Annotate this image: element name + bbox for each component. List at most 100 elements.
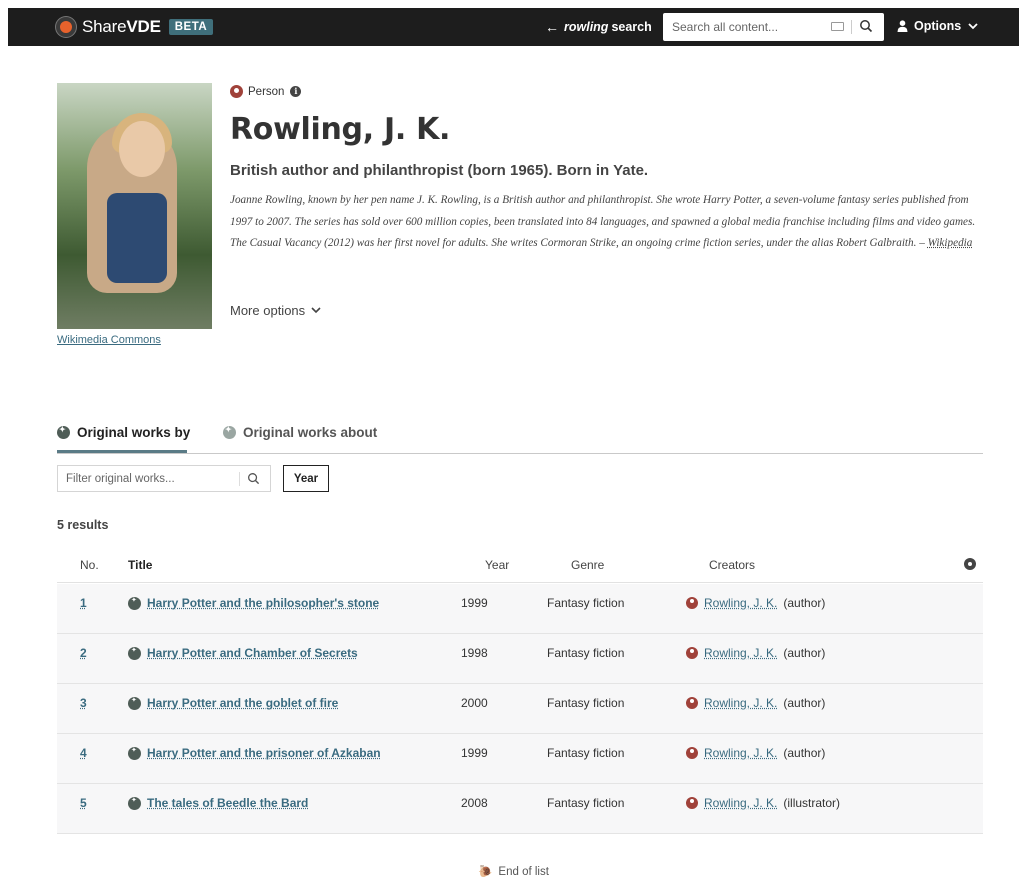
row-year: 1999: [461, 596, 488, 610]
tab-label: Original works about: [243, 424, 378, 440]
person-icon: [686, 597, 698, 609]
creator-role: (author): [783, 746, 826, 760]
person-icon: [686, 697, 698, 709]
back-to-search-link[interactable]: ← rowling search: [545, 19, 652, 35]
row-year: 1998: [461, 646, 488, 660]
year-sort-button[interactable]: Year: [283, 465, 329, 492]
keyboard-icon[interactable]: [831, 22, 844, 31]
creator-role: (author): [783, 596, 826, 610]
options-menu-button[interactable]: Options: [897, 19, 978, 33]
table-row: 3 Harry Potter and the goblet of fire 20…: [57, 684, 983, 734]
logo-text-light: Share: [82, 17, 127, 36]
photo-credit-link[interactable]: Wikimedia Commons: [57, 334, 161, 346]
sharevde-logo[interactable]: ShareVDE BETA: [56, 16, 214, 38]
gear-icon[interactable]: [964, 558, 976, 570]
info-icon[interactable]: i: [290, 86, 302, 97]
creator-role: (author): [783, 696, 826, 710]
chevron-down-icon: [311, 307, 321, 314]
column-header-year[interactable]: Year: [485, 558, 509, 572]
row-number-link[interactable]: 1: [80, 596, 87, 610]
more-options-label: More options: [230, 303, 306, 318]
column-header-creators[interactable]: Creators: [709, 558, 755, 572]
row-year: 1999: [461, 746, 488, 760]
global-search-box: [663, 13, 884, 41]
person-photo: [57, 83, 212, 329]
row-number-link[interactable]: 3: [80, 696, 87, 710]
filter-divider: [239, 472, 240, 486]
row-number-link[interactable]: 5: [80, 796, 87, 810]
end-of-list-label: End of list: [498, 866, 549, 878]
wikipedia-link[interactable]: Wikipedia: [928, 237, 973, 249]
row-title: Harry Potter and the philosopher's stone: [128, 596, 379, 610]
biography-text: Joanne Rowling, known by her pen name J.…: [230, 194, 976, 249]
work-title-link[interactable]: Harry Potter and the goblet of fire: [147, 696, 338, 710]
row-creator: Rowling, J. K. (author): [686, 596, 825, 610]
row-title: Harry Potter and the goblet of fire: [128, 696, 338, 710]
column-header-genre[interactable]: Genre: [571, 558, 604, 572]
row-title: Harry Potter and Chamber of Secrets: [128, 646, 358, 660]
more-options-button[interactable]: More options: [230, 303, 321, 318]
back-arrow-icon: ←: [545, 19, 559, 35]
creator-link[interactable]: Rowling, J. K.: [704, 596, 777, 610]
row-title: The tales of Beedle the Bard: [128, 796, 308, 810]
entity-type: Person i: [230, 85, 302, 98]
table-header: No. Title Year Genre Creators: [57, 555, 983, 583]
logo-icon: [56, 17, 76, 37]
results-count: 5 results: [57, 518, 109, 532]
work-icon: [223, 425, 236, 439]
tab-original-works-about[interactable]: Original works about: [223, 422, 377, 442]
person-subtitle: British author and philanthropist (born …: [230, 162, 649, 179]
work-icon: [128, 696, 141, 710]
creator-link[interactable]: Rowling, J. K.: [704, 746, 777, 760]
top-navigation-bar: ShareVDE BETA ← rowling search Options: [8, 8, 1019, 46]
table-row: 2 Harry Potter and Chamber of Secrets 19…: [57, 634, 983, 684]
works-tabs: Original works by Original works about: [57, 422, 983, 454]
row-creator: Rowling, J. K. (author): [686, 746, 825, 760]
filter-box: [57, 465, 271, 492]
work-icon: [128, 796, 141, 810]
chevron-down-icon: [968, 22, 978, 29]
creator-link[interactable]: Rowling, J. K.: [704, 796, 777, 810]
person-biography: Joanne Rowling, known by her pen name J.…: [230, 190, 990, 255]
work-icon: [128, 646, 141, 660]
row-year: 2008: [461, 796, 488, 810]
row-genre: Fantasy fiction: [547, 696, 625, 710]
user-icon: [897, 20, 908, 32]
column-header-no[interactable]: No.: [80, 558, 99, 572]
search-icon[interactable]: [247, 472, 260, 485]
table-row: 5 The tales of Beedle the Bard 2008 Fant…: [57, 784, 983, 834]
end-of-list: 🐌 End of list: [0, 864, 1027, 878]
creator-link[interactable]: Rowling, J. K.: [704, 696, 777, 710]
beta-badge: BETA: [168, 19, 214, 35]
work-icon: [128, 746, 141, 760]
creator-link[interactable]: Rowling, J. K.: [704, 646, 777, 660]
person-icon: [686, 647, 698, 659]
person-icon: [230, 85, 243, 98]
work-title-link[interactable]: Harry Potter and the prisoner of Azkaban: [147, 746, 381, 760]
row-number-link[interactable]: 4: [80, 746, 87, 760]
options-label: Options: [914, 19, 962, 33]
work-icon: [128, 596, 141, 610]
active-tab-indicator: [57, 450, 187, 453]
row-genre: Fantasy fiction: [547, 796, 625, 810]
back-search-label: search: [611, 20, 652, 34]
tab-label: Original works by: [77, 424, 191, 440]
work-title-link[interactable]: Harry Potter and the philosopher's stone: [147, 596, 379, 610]
work-icon: [57, 425, 70, 439]
work-title-link[interactable]: The tales of Beedle the Bard: [147, 796, 308, 810]
row-creator: Rowling, J. K. (author): [686, 696, 825, 710]
person-icon: [686, 797, 698, 809]
search-divider: [851, 20, 852, 34]
tab-original-works-by[interactable]: Original works by: [57, 422, 190, 442]
row-year: 2000: [461, 696, 488, 710]
column-header-title[interactable]: Title: [128, 558, 152, 572]
filter-works-input[interactable]: [66, 472, 236, 485]
page-title: Rowling, J. K.: [230, 112, 451, 147]
work-title-link[interactable]: Harry Potter and Chamber of Secrets: [147, 646, 358, 660]
table-row: 4 Harry Potter and the prisoner of Azkab…: [57, 734, 983, 784]
global-search-input[interactable]: [672, 20, 822, 34]
search-icon[interactable]: [859, 19, 873, 33]
row-number-link[interactable]: 2: [80, 646, 87, 660]
row-genre: Fantasy fiction: [547, 746, 625, 760]
row-genre: Fantasy fiction: [547, 596, 625, 610]
